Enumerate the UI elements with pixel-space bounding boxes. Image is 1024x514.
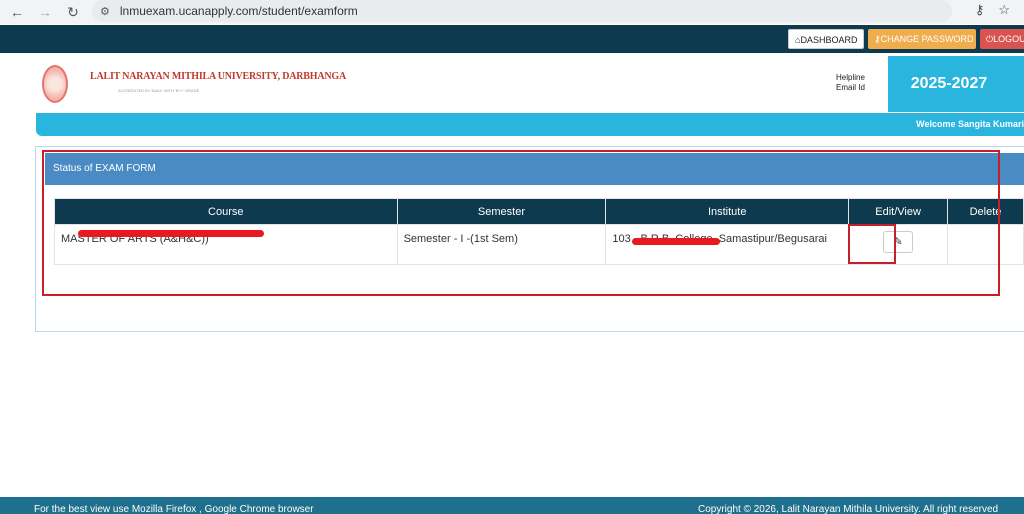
email-label: Email Id — [836, 83, 865, 92]
url-text: lnmuexam.ucanapply.com/student/examform — [119, 4, 358, 18]
welcome-bar: Welcome Sangita Kumari — [36, 113, 1024, 136]
logout-button[interactable]: ⏻LOGOUT — [980, 29, 1024, 49]
browser-actions: ⚷ ☆ — [975, 2, 1010, 18]
reload-icon[interactable]: ↻ — [62, 4, 84, 21]
accreditation-text: ACCREDITED BY NAAC WITH 'B++' GRADE — [118, 88, 200, 93]
site-settings-icon[interactable]: ⚙ — [100, 5, 110, 18]
bookmark-star-icon[interactable]: ☆ — [998, 2, 1010, 18]
university-name: LALIT NARAYAN MITHILA UNIVERSITY, DARBHA… — [90, 71, 346, 82]
key-icon: ⚷ — [874, 34, 881, 44]
helpline-label: Helpline — [836, 73, 865, 82]
helpline-info: Helpline Email Id — [836, 73, 865, 93]
forward-icon[interactable]: → — [34, 4, 56, 20]
highlight-box-edit — [848, 224, 896, 264]
top-navigation: ⌂DASHBOARD ⚷CHANGE PASSWORD ⏻LOGOUT — [0, 25, 1024, 53]
footer-browser-note: For the best view use Mozilla Firefox , … — [34, 504, 314, 514]
session-badge: 2025-2027 — [888, 56, 1024, 112]
address-bar[interactable]: ⚙ lnmuexam.ucanapply.com/student/examfor… — [92, 0, 952, 22]
dashboard-button[interactable]: ⌂DASHBOARD — [788, 29, 864, 49]
footer-copyright: Copyright © 2026, Lalit Narayan Mithila … — [698, 504, 999, 514]
university-logo — [42, 65, 68, 103]
site-header: LALIT NARAYAN MITHILA UNIVERSITY, DARBHA… — [0, 53, 1024, 113]
highlight-box-table — [42, 150, 1000, 296]
password-key-icon[interactable]: ⚷ — [975, 2, 985, 18]
change-password-button[interactable]: ⚷CHANGE PASSWORD — [868, 29, 976, 49]
back-icon[interactable]: ← — [6, 4, 28, 20]
site-footer: For the best view use Mozilla Firefox , … — [0, 497, 1024, 514]
